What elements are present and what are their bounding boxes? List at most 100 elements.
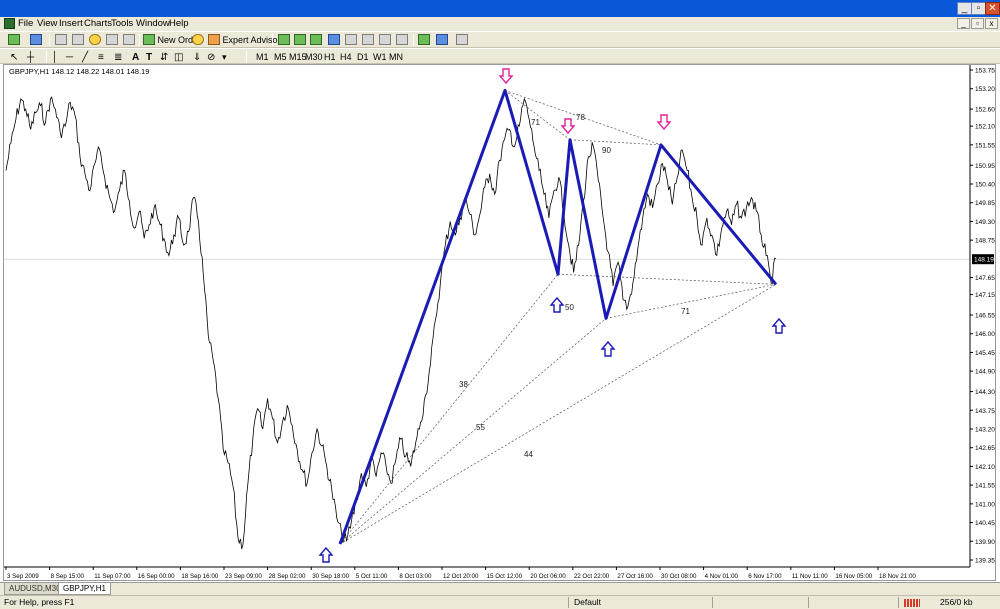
buy-arrow-icon: [549, 296, 565, 313]
market-watch-button[interactable]: [55, 34, 67, 46]
terminal-button[interactable]: [106, 34, 118, 46]
horizontal-line-button[interactable]: ─: [66, 51, 73, 63]
mdi-restore-button[interactable]: ▫: [971, 18, 984, 29]
price-chart[interactable]: 78 71 90 50 71 38 55 44 153.75 153.20 152.60 152.1…: [4, 65, 997, 582]
text-tool-button[interactable]: A: [132, 51, 139, 63]
chart-shift-button[interactable]: [396, 34, 408, 46]
line-chart-icon: [310, 34, 322, 45]
expert-advisors-label: Expert Advisors: [222, 35, 286, 45]
bar-chart-icon: [278, 34, 290, 45]
auto-scroll-button[interactable]: [379, 34, 391, 46]
tester-button[interactable]: [123, 34, 135, 46]
harmonic-pattern-line: [338, 88, 778, 545]
close-button[interactable]: ✕: [985, 2, 1000, 15]
thumbs-tool-button[interactable]: ⊘: [207, 51, 215, 63]
vertical-line-button[interactable]: │: [52, 51, 58, 63]
more-tools-button[interactable]: ▾: [222, 51, 227, 63]
chart-window[interactable]: 78 71 90 50 71 38 55 44 153.75 153.20 152.60 152.1…: [3, 64, 996, 581]
dropdown-icon: ▾: [222, 52, 227, 62]
zoom-out-button[interactable]: [345, 34, 357, 46]
indicators-button[interactable]: [418, 34, 430, 46]
horizontal-line-icon: ─: [66, 52, 74, 63]
y-tick-label: 148.75: [975, 238, 995, 245]
y-tick-label: 149.30: [975, 219, 995, 226]
menu-tools[interactable]: Tools: [111, 18, 133, 29]
x-tick-label: 15 Oct 12:00: [487, 573, 523, 580]
profiles-button[interactable]: [30, 34, 42, 46]
stop-icon: ⊘: [207, 52, 216, 63]
maximize-button[interactable]: ▫: [971, 2, 986, 15]
y-tick-label: 142.65: [975, 445, 995, 452]
y-tick-label: 147.65: [975, 275, 995, 282]
tester-icon: [123, 34, 135, 45]
menu-file[interactable]: File: [18, 18, 33, 29]
bar-chart-button[interactable]: [278, 34, 290, 46]
experts-toggle-button[interactable]: [192, 34, 204, 46]
menu-help[interactable]: Help: [169, 18, 189, 29]
ratio-line: [569, 139, 662, 146]
status-profile: Default: [574, 597, 601, 607]
x-tick-label: 20 Oct 06:00: [530, 573, 566, 580]
expert-advisors-button[interactable]: Expert Advisors: [208, 34, 285, 46]
y-tick-label: 150.95: [975, 163, 995, 170]
trendline-button[interactable]: ╱: [82, 51, 88, 63]
shapes-button[interactable]: ◫: [174, 51, 183, 63]
sell-arrow-icon: [498, 68, 514, 85]
minimize-button[interactable]: _: [957, 2, 972, 15]
tab-gbpjpy-h1[interactable]: GBPJPY,H1: [58, 583, 111, 595]
app-logo-icon[interactable]: [4, 18, 15, 29]
arrow-down-tool-button[interactable]: ⇓: [193, 51, 201, 63]
crosshair-button[interactable]: ┼: [27, 51, 34, 63]
timeframe-m15[interactable]: M15: [289, 51, 307, 63]
arrows-button[interactable]: ⇵: [160, 51, 168, 63]
text-label-icon: T: [146, 52, 153, 63]
menu-bar: File View Insert Charts Tools Window Hel…: [0, 17, 1000, 31]
trendline-icon: ╱: [82, 52, 89, 63]
ratio-label: 44: [524, 450, 533, 459]
new-chart-button[interactable]: [8, 34, 20, 46]
window-titlebar: _ ▫ ✕: [0, 0, 1000, 17]
x-tick-label: 4 Nov 01:00: [705, 573, 739, 580]
timeframe-d1[interactable]: D1: [357, 51, 369, 63]
line-chart-button[interactable]: [310, 34, 322, 46]
zoom-in-button[interactable]: [328, 34, 340, 46]
timeframe-h1[interactable]: H1: [324, 51, 336, 63]
fibonacci-icon: ≣: [114, 52, 123, 63]
timeframe-mn[interactable]: MN: [389, 51, 403, 63]
navigator-icon: [89, 34, 101, 45]
chart-title: GBPJPY,H1 148.12 148.22 148.01 148.19: [9, 67, 150, 76]
timeframe-m5[interactable]: M5: [274, 51, 287, 63]
new-chart-icon: [8, 34, 20, 45]
x-tick-label: 18 Sep 16:00: [181, 573, 218, 580]
tab-audusd-m30[interactable]: AUDUSD,M30: [4, 583, 66, 595]
chart-tabs-bar: AUDUSD,M30 GBPJPY,H1: [0, 582, 1000, 595]
cursor-icon: ↖: [10, 52, 19, 63]
crosshair-tool-icon: ┼: [27, 52, 35, 63]
timeframe-h4[interactable]: H4: [340, 51, 352, 63]
connection-bars-icon: [904, 599, 920, 607]
fibonacci-button[interactable]: ≣: [114, 51, 122, 63]
mdi-close-button[interactable]: x: [985, 18, 998, 29]
sell-arrow-icon: [560, 118, 576, 135]
navigator-button[interactable]: [89, 34, 101, 46]
menu-view[interactable]: View: [37, 18, 57, 29]
terminal-icon: [106, 34, 118, 45]
candlestick-button[interactable]: [294, 34, 306, 46]
sell-arrow-icon: [656, 114, 672, 131]
timeframe-m1[interactable]: M1: [256, 51, 269, 63]
timeframe-w1[interactable]: W1: [373, 51, 387, 63]
y-tick-label: 141.00: [975, 501, 995, 508]
buy-arrow-icon: [771, 317, 787, 334]
timeframe-m30[interactable]: M30: [305, 51, 323, 63]
channel-button[interactable]: ≡: [98, 51, 104, 63]
text-label-button[interactable]: T: [146, 51, 152, 63]
menu-charts[interactable]: Charts: [84, 18, 112, 29]
menu-window[interactable]: Window: [136, 18, 170, 29]
data-window-button[interactable]: [72, 34, 84, 46]
periods-button[interactable]: [436, 34, 448, 46]
cursor-button[interactable]: ↖: [10, 51, 18, 63]
menu-insert[interactable]: Insert: [59, 18, 83, 29]
templates-button[interactable]: [456, 34, 468, 46]
tile-windows-button[interactable]: [362, 34, 374, 46]
mdi-minimize-button[interactable]: _: [957, 18, 970, 29]
